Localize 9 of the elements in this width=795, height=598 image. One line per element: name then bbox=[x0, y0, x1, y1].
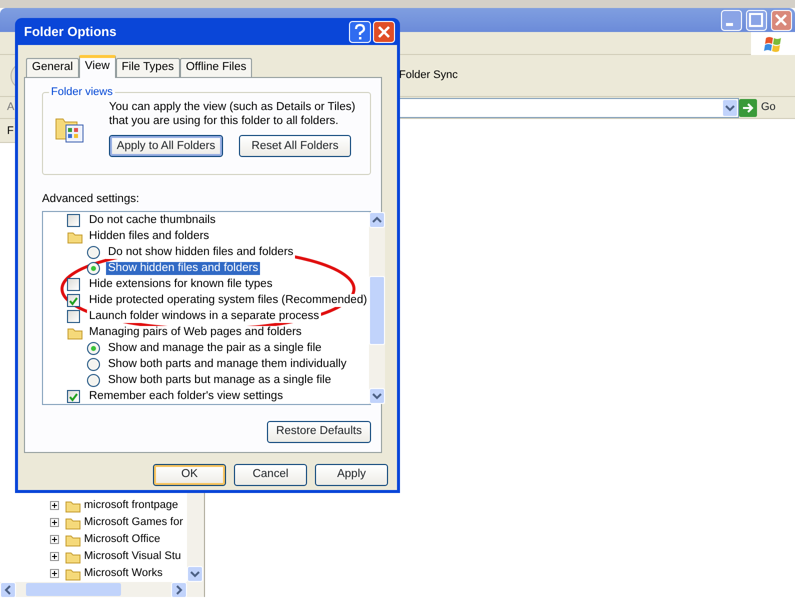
tree-label: microsoft frontpage bbox=[84, 498, 178, 512]
tree-label: Microsoft Visual Stu bbox=[84, 550, 182, 564]
tree-label: Microsoft Games for bbox=[84, 516, 184, 530]
section-label: Advanced settings: bbox=[42, 192, 140, 207]
tree-label: Microsoft Works bbox=[84, 566, 163, 580]
address-label: A bbox=[7, 100, 15, 114]
setting-label: Managing pairs of Web pages and folders bbox=[87, 326, 304, 340]
dialog-title: Folder Options bbox=[24, 24, 118, 40]
tree-label: Microsoft Office bbox=[84, 532, 160, 546]
